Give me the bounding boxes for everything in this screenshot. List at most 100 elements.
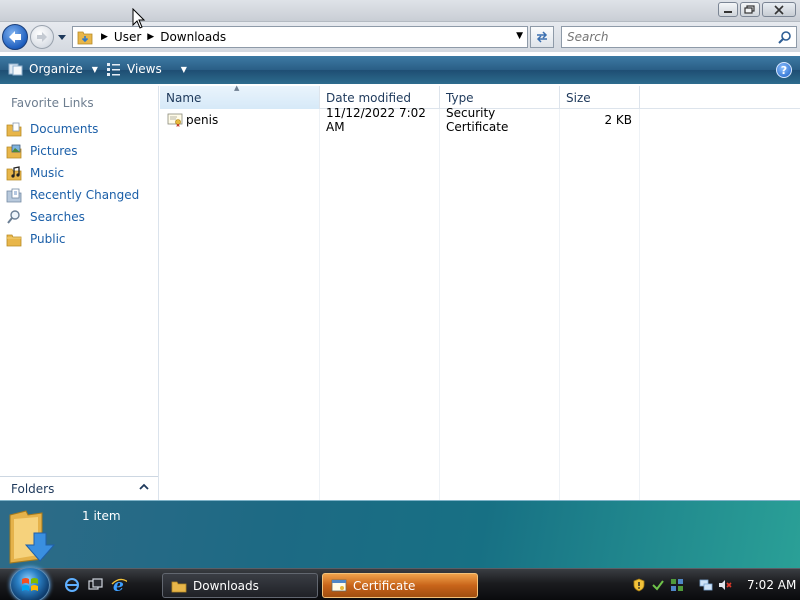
- certificate-file-icon: [167, 113, 183, 127]
- views-button[interactable]: Views ▼: [106, 62, 187, 76]
- column-label: Type: [446, 90, 474, 105]
- sidebar-item-music[interactable]: Music: [0, 162, 158, 184]
- windows-logo-icon: [22, 578, 38, 591]
- column-header-name[interactable]: ▲ Name: [160, 84, 320, 109]
- file-type: Security Certificate: [446, 106, 509, 134]
- column-label: Date modified: [326, 90, 412, 105]
- column-header-size[interactable]: Size: [560, 86, 640, 109]
- organize-button[interactable]: Organize ▼: [8, 62, 98, 76]
- sidebar-item-label: Recently Changed: [30, 188, 140, 202]
- taskbar-button-downloads[interactable]: Downloads: [162, 573, 318, 598]
- command-bar: Organize ▼ Views ▼ ?: [0, 56, 800, 84]
- windows-update-icon[interactable]: [670, 578, 684, 592]
- music-folder-icon: [6, 165, 23, 182]
- organize-icon: [8, 63, 23, 76]
- sidebar-item-label: Searches: [30, 210, 85, 224]
- close-icon: [774, 4, 784, 15]
- window-controls: [718, 2, 796, 17]
- refresh-icon: [536, 31, 548, 43]
- sidebar-item-label: Documents: [30, 122, 99, 136]
- sidebar-item-public[interactable]: Public: [0, 228, 158, 250]
- address-row: ▶ User ▶ Downloads ▼: [0, 22, 800, 52]
- defender-icon[interactable]: [651, 578, 665, 592]
- breadcrumb-user[interactable]: User: [114, 30, 141, 44]
- mouse-cursor-icon: [132, 8, 146, 29]
- minimize-button[interactable]: [718, 2, 738, 17]
- search-icon: [6, 209, 23, 226]
- sort-ascending-icon: ▲: [234, 84, 240, 92]
- search-icon[interactable]: [778, 30, 792, 44]
- switch-windows-icon[interactable]: [88, 577, 104, 593]
- navigation-pane: Favorite Links Documents Pictures Music …: [0, 86, 159, 500]
- restore-icon: [744, 4, 755, 14]
- internet-explorer-icon[interactable]: e: [111, 576, 127, 594]
- details-pane: 1 item: [0, 500, 800, 568]
- svg-text:e: e: [113, 576, 124, 594]
- back-button[interactable]: [2, 24, 28, 50]
- chevron-down-icon: ▼: [180, 64, 187, 74]
- file-size: 2 KB: [604, 113, 632, 127]
- start-button[interactable]: [10, 567, 50, 600]
- downloads-folder-icon: [9, 510, 56, 564]
- breadcrumb-separator[interactable]: ▶: [101, 32, 108, 42]
- forward-arrow-icon: [37, 32, 47, 42]
- search-box[interactable]: [561, 26, 797, 48]
- taskbar: e Downloads Certificate 7:02 AM: [0, 567, 800, 600]
- address-dropdown-icon[interactable]: ▼: [516, 31, 523, 41]
- favorite-links-heading: Favorite Links: [11, 96, 94, 110]
- column-divider: [439, 109, 440, 500]
- column-guides: [160, 109, 800, 500]
- column-divider: [559, 109, 560, 500]
- volume-muted-icon[interactable]: [718, 578, 732, 592]
- sidebar-item-searches[interactable]: Searches: [0, 206, 158, 228]
- column-label: Size: [566, 90, 591, 105]
- documents-folder-icon: [6, 121, 23, 138]
- forward-button[interactable]: [30, 25, 54, 49]
- window-title-bar[interactable]: [0, 0, 800, 22]
- organize-label: Organize: [29, 62, 83, 76]
- folders-toggle[interactable]: Folders: [0, 476, 158, 500]
- favorite-links-list: Documents Pictures Music Recently Change…: [0, 118, 158, 250]
- column-divider: [319, 109, 320, 500]
- column-divider: [639, 109, 640, 500]
- notification-area: 7:02 AM: [632, 573, 800, 597]
- column-label: Name: [166, 90, 202, 105]
- public-folder-icon: [6, 231, 23, 248]
- security-shield-icon[interactable]: [632, 578, 646, 592]
- sidebar-item-label: Public: [30, 232, 66, 246]
- file-date-modified: 11/12/2022 7:02 AM: [326, 106, 426, 134]
- taskbar-button-certificate[interactable]: Certificate: [322, 573, 478, 598]
- breadcrumb-downloads[interactable]: Downloads: [160, 30, 226, 44]
- system-clock[interactable]: 7:02 AM: [747, 578, 796, 592]
- search-input[interactable]: [562, 27, 762, 47]
- file-name-cell[interactable]: penis: [160, 110, 320, 130]
- file-name: penis: [186, 113, 219, 127]
- taskbar-button-label: Downloads: [193, 578, 259, 593]
- sidebar-item-recently-changed[interactable]: Recently Changed: [0, 184, 158, 206]
- chevron-down-icon: [58, 34, 66, 40]
- quick-launch-ie-icon[interactable]: [64, 577, 80, 593]
- sidebar-item-label: Music: [30, 166, 65, 180]
- network-icon[interactable]: [699, 578, 713, 592]
- recently-changed-icon: [6, 187, 23, 204]
- sidebar-item-pictures[interactable]: Pictures: [0, 140, 158, 162]
- refresh-button[interactable]: [530, 26, 554, 48]
- help-button[interactable]: ?: [776, 62, 792, 78]
- folder-icon: [171, 581, 187, 592]
- sidebar-item-label: Pictures: [30, 144, 78, 158]
- chevron-down-icon: ▼: [91, 64, 98, 74]
- folder-icon: [77, 31, 93, 45]
- back-arrow-icon: [9, 31, 21, 43]
- folders-label: Folders: [11, 481, 55, 496]
- table-row[interactable]: penis 11/12/2022 7:02 AM Security Certif…: [160, 106, 640, 134]
- pictures-folder-icon: [6, 143, 23, 160]
- close-button[interactable]: [762, 2, 796, 17]
- recent-pages-dropdown[interactable]: [57, 32, 67, 42]
- taskbar-button-label: Certificate: [353, 578, 416, 593]
- item-count: 1 item: [82, 509, 121, 523]
- certificate-window-icon: [331, 579, 347, 591]
- breadcrumb-separator[interactable]: ▶: [147, 32, 154, 42]
- maximize-button[interactable]: [740, 2, 760, 17]
- sidebar-item-documents[interactable]: Documents: [0, 118, 158, 140]
- file-list-view[interactable]: ▲ Name Date modified Type Size penis 11/…: [160, 84, 800, 500]
